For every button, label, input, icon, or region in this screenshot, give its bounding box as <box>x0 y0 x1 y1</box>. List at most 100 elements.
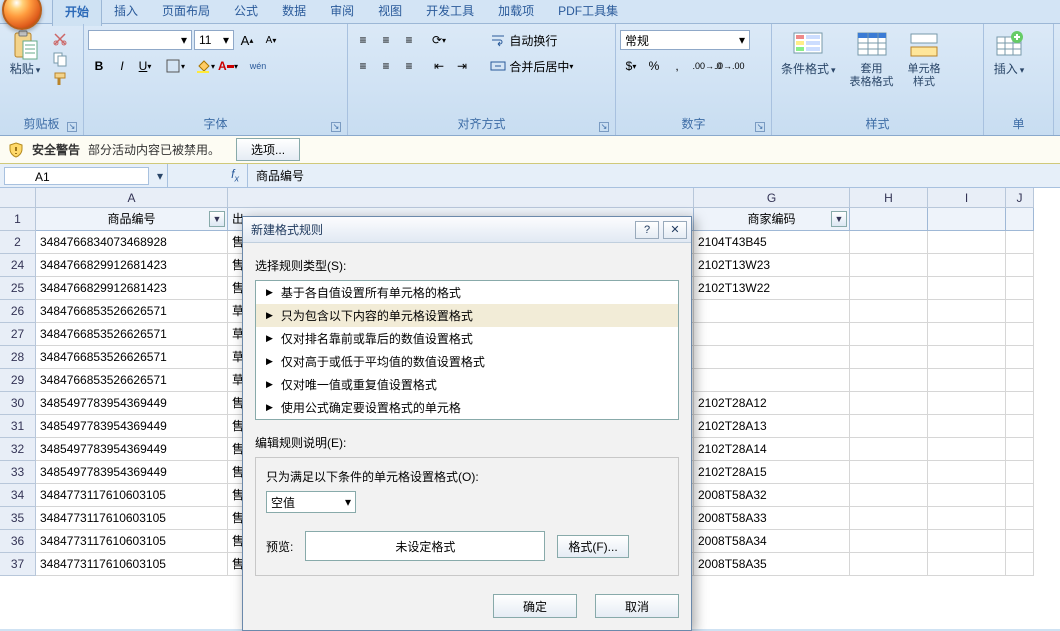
header-cell-A[interactable]: 商品编号▼ <box>36 208 228 231</box>
header-cell-G[interactable]: 商家编码▼ <box>694 208 850 231</box>
row-head[interactable]: 2 <box>0 231 36 254</box>
rule-type-item[interactable]: ▶仅对排名靠前或靠后的数值设置格式 <box>256 327 678 350</box>
row-head[interactable]: 27 <box>0 323 36 346</box>
underline-button[interactable]: U▾ <box>134 56 156 76</box>
align-bottom-button[interactable]: ≡ <box>398 30 420 50</box>
rule-type-item[interactable]: ▶仅对高于或低于平均值的数值设置格式 <box>256 350 678 373</box>
cell[interactable] <box>1006 507 1034 530</box>
border-button[interactable]: ▾ <box>164 56 186 76</box>
phonetic-button[interactable]: wén <box>247 56 269 76</box>
cell[interactable]: 3484766829912681423 <box>36 277 228 300</box>
row-head[interactable]: 32 <box>0 438 36 461</box>
dialog-help-button[interactable]: ? <box>635 221 659 239</box>
font-launcher[interactable]: ↘ <box>331 122 341 132</box>
rule-type-item[interactable]: ▶使用公式确定要设置格式的单元格 <box>256 396 678 419</box>
row-head[interactable]: 33 <box>0 461 36 484</box>
wrap-text-button[interactable]: 自动换行 <box>483 30 564 50</box>
cell[interactable] <box>1006 231 1034 254</box>
cell[interactable]: 3484773117610603105 <box>36 553 228 576</box>
row-head[interactable]: 35 <box>0 507 36 530</box>
format-painter-button[interactable] <box>50 70 70 88</box>
row-head[interactable]: 31 <box>0 415 36 438</box>
header-cell-H[interactable] <box>850 208 928 231</box>
cell[interactable]: 3485497783954369449 <box>36 392 228 415</box>
comma-button[interactable]: , <box>666 56 688 76</box>
cell[interactable]: 3485497783954369449 <box>36 415 228 438</box>
row-head[interactable]: 29 <box>0 369 36 392</box>
dialog-titlebar[interactable]: 新建格式规则 ? ✕ <box>243 217 691 243</box>
cell[interactable] <box>850 507 928 530</box>
cell[interactable] <box>1006 369 1034 392</box>
cell[interactable] <box>694 323 850 346</box>
increase-indent-button[interactable]: ⇥ <box>451 56 473 76</box>
align-center-button[interactable]: ≡ <box>375 56 397 76</box>
cell[interactable] <box>850 254 928 277</box>
cell[interactable]: 3485497783954369449 <box>36 461 228 484</box>
cell[interactable] <box>1006 323 1034 346</box>
cell[interactable] <box>694 346 850 369</box>
cell[interactable]: 3484766853526626571 <box>36 346 228 369</box>
cell[interactable] <box>928 254 1006 277</box>
cell[interactable] <box>850 530 928 553</box>
cell[interactable] <box>928 461 1006 484</box>
tab-开始[interactable]: 开始 <box>52 0 102 26</box>
rule-type-item[interactable]: ▶仅对唯一值或重复值设置格式 <box>256 373 678 396</box>
cell[interactable] <box>928 300 1006 323</box>
cell[interactable] <box>850 438 928 461</box>
fx-icon[interactable]: fx <box>231 167 239 183</box>
tab-审阅[interactable]: 审阅 <box>318 0 366 25</box>
dialog-close-button[interactable]: ✕ <box>663 221 687 239</box>
name-box-dropdown[interactable]: ▾ <box>153 169 167 183</box>
col-head-G[interactable]: G <box>694 188 850 208</box>
name-box[interactable]: A1 ▾ <box>0 164 168 187</box>
row-head[interactable]: 25 <box>0 277 36 300</box>
cell[interactable] <box>1006 300 1034 323</box>
cell[interactable]: 2008T58A32 <box>694 484 850 507</box>
rule-type-item[interactable]: ▶只为包含以下内容的单元格设置格式 <box>256 304 678 327</box>
tab-PDF工具集[interactable]: PDF工具集 <box>546 0 630 25</box>
rule-type-item[interactable]: ▶基于各自值设置所有单元格的格式 <box>256 281 678 304</box>
cell[interactable]: 3484766853526626571 <box>36 369 228 392</box>
fill-color-button[interactable]: ▾ <box>194 56 216 76</box>
cell[interactable]: 2008T58A34 <box>694 530 850 553</box>
cell[interactable]: 3484766853526626571 <box>36 300 228 323</box>
cell[interactable] <box>1006 346 1034 369</box>
condition-combo[interactable]: 空值▾ <box>266 491 356 513</box>
font-color-button[interactable]: A▾ <box>217 56 239 76</box>
cell[interactable]: 2102T13W23 <box>694 254 850 277</box>
decrease-decimal-button[interactable]: .0→.00 <box>719 56 741 76</box>
decrease-indent-button[interactable]: ⇤ <box>428 56 450 76</box>
cell[interactable]: 2008T58A35 <box>694 553 850 576</box>
cell[interactable]: 3484766829912681423 <box>36 254 228 277</box>
tab-视图[interactable]: 视图 <box>366 0 414 25</box>
cell[interactable] <box>1006 461 1034 484</box>
cell[interactable] <box>694 369 850 392</box>
tab-加载项[interactable]: 加载项 <box>486 0 546 25</box>
cell[interactable] <box>928 231 1006 254</box>
cell[interactable]: 2102T28A15 <box>694 461 850 484</box>
col-head-H[interactable]: H <box>850 188 928 208</box>
cell[interactable] <box>850 484 928 507</box>
number-launcher[interactable]: ↘ <box>755 122 765 132</box>
shrink-font-button[interactable]: A▾ <box>260 30 282 50</box>
cell[interactable] <box>1006 553 1034 576</box>
percent-button[interactable]: % <box>643 56 665 76</box>
cell[interactable] <box>850 461 928 484</box>
cell[interactable] <box>928 507 1006 530</box>
cell[interactable] <box>928 392 1006 415</box>
row-head[interactable]: 37 <box>0 553 36 576</box>
cell[interactable]: 2104T43B45 <box>694 231 850 254</box>
filter-button[interactable]: ▼ <box>831 211 847 227</box>
merge-center-button[interactable]: 合并后居中▾ <box>483 56 580 76</box>
cell[interactable] <box>850 231 928 254</box>
row-head[interactable]: 36 <box>0 530 36 553</box>
tab-页面布局[interactable]: 页面布局 <box>150 0 222 25</box>
align-right-button[interactable]: ≡ <box>398 56 420 76</box>
cell[interactable]: 3484773117610603105 <box>36 484 228 507</box>
select-all-corner[interactable] <box>0 188 36 208</box>
cell[interactable] <box>928 369 1006 392</box>
row-head[interactable]: 28 <box>0 346 36 369</box>
format-as-table-button[interactable]: 套用 表格格式 <box>845 26 899 92</box>
font-name-combo[interactable]: ▾ <box>88 30 192 50</box>
cell-styles-button[interactable]: 单元格 样式 <box>903 26 946 92</box>
